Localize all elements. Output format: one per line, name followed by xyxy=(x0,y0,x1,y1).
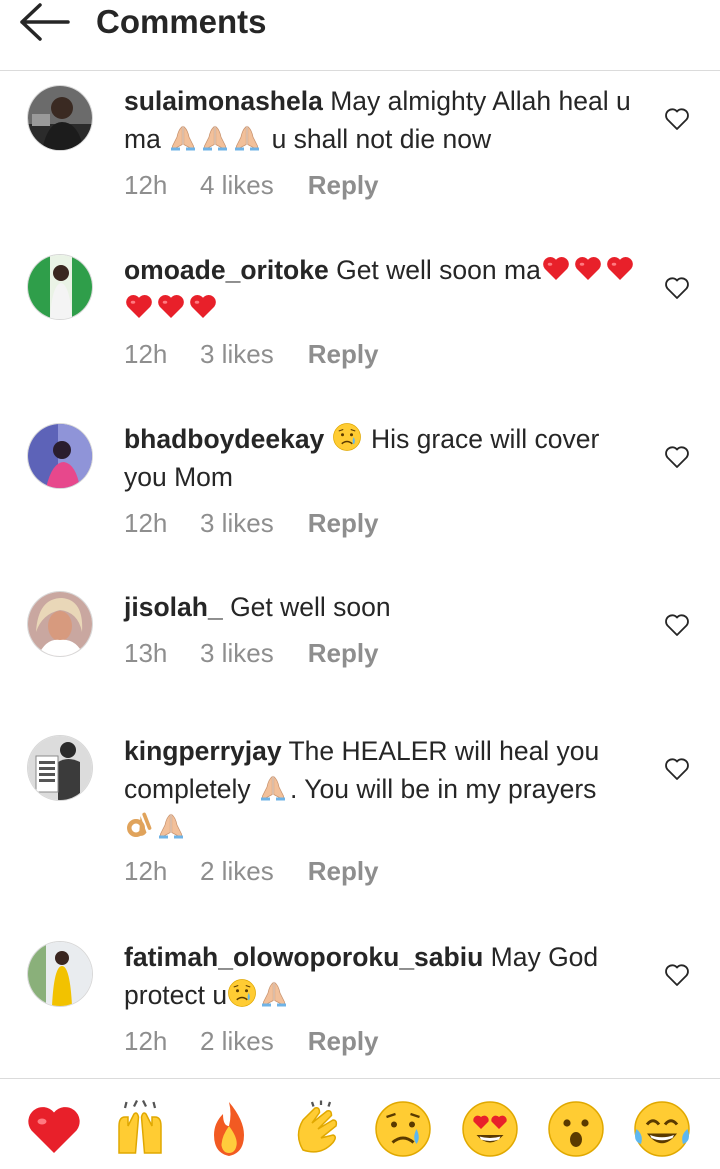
comment-text: kingperryjay The HEALER will heal you co… xyxy=(124,732,644,846)
comment-text: omoade_oritoke Get well soon ma xyxy=(124,251,644,327)
ok-hand-icon xyxy=(124,810,154,840)
reply-button[interactable]: Reply xyxy=(308,168,379,202)
avatar[interactable] xyxy=(28,255,92,319)
comment-meta: 12h 2 likes Reply xyxy=(124,1024,379,1058)
comment-text: bhadboydeekay His grace will cover you M… xyxy=(124,420,644,496)
comment-time: 12h xyxy=(124,339,168,369)
reply-button[interactable]: Reply xyxy=(308,506,379,540)
comment-meta: 12h 3 likes Reply xyxy=(124,506,379,540)
comment-likes[interactable]: 2 likes xyxy=(200,1024,274,1058)
comment-message-cont: u shall not die now xyxy=(271,124,492,154)
red-heart-icon xyxy=(573,253,603,283)
heart-outline-icon xyxy=(665,964,689,986)
comment-time: 12h xyxy=(124,170,168,200)
quick-reactions-bar xyxy=(0,1078,720,1169)
tears-of-joy-face-icon[interactable] xyxy=(632,1099,692,1159)
clapping-hands-icon[interactable] xyxy=(288,1099,348,1159)
red-heart-icon xyxy=(124,291,154,321)
red-heart-icon xyxy=(188,291,218,321)
reply-button[interactable]: Reply xyxy=(308,636,379,670)
comment-text: fatimah_olowoporoku_sabiu May God protec… xyxy=(124,938,644,1014)
like-comment-button[interactable] xyxy=(662,754,692,784)
like-comment-button[interactable] xyxy=(662,104,692,134)
comment-username[interactable]: bhadboydeekay xyxy=(124,424,324,454)
like-comment-button[interactable] xyxy=(662,610,692,640)
reply-button[interactable]: Reply xyxy=(308,337,379,371)
red-heart-icon xyxy=(156,291,186,321)
like-comment-button[interactable] xyxy=(662,273,692,303)
heart-outline-icon xyxy=(665,277,689,299)
comment-likes[interactable]: 2 likes xyxy=(200,854,274,888)
comment-likes[interactable]: 4 likes xyxy=(200,168,274,202)
comment-message: Get well soon ma xyxy=(336,255,541,285)
comment-text: jisolah_ Get well soon xyxy=(124,588,644,626)
reply-button[interactable]: Reply xyxy=(308,1024,379,1058)
comment-username[interactable]: jisolah_ xyxy=(124,592,223,622)
arrow-left-icon xyxy=(20,3,70,41)
heart-outline-icon xyxy=(665,446,689,468)
reply-button[interactable]: Reply xyxy=(308,854,379,888)
red-heart-icon[interactable] xyxy=(24,1099,84,1159)
heart-outline-icon xyxy=(665,758,689,780)
heart-eyes-face-icon[interactable] xyxy=(460,1099,520,1159)
back-button[interactable] xyxy=(18,0,74,44)
raising-hands-icon[interactable] xyxy=(110,1099,170,1159)
comment-time: 12h xyxy=(124,856,168,886)
folded-hands-icon xyxy=(200,122,230,152)
comment-likes[interactable]: 3 likes xyxy=(200,636,274,670)
comment-time: 12h xyxy=(124,508,168,538)
comment-likes[interactable]: 3 likes xyxy=(200,506,274,540)
comment-username[interactable]: fatimah_olowoporoku_sabiu xyxy=(124,942,483,972)
comment-meta: 12h 4 likes Reply xyxy=(124,168,379,202)
sad-relieved-face-icon[interactable] xyxy=(373,1099,433,1159)
comment-message: Get well soon xyxy=(230,592,391,622)
avatar[interactable] xyxy=(28,736,92,800)
red-heart-icon xyxy=(605,253,635,283)
folded-hands-icon xyxy=(258,772,288,802)
like-comment-button[interactable] xyxy=(662,442,692,472)
comment-likes[interactable]: 3 likes xyxy=(200,337,274,371)
comment-meta: 13h 3 likes Reply xyxy=(124,636,379,670)
comment-time: 13h xyxy=(124,638,168,668)
comment-meta: 12h 3 likes Reply xyxy=(124,337,379,371)
comment-meta: 12h 2 likes Reply xyxy=(124,854,379,888)
astonished-face-icon[interactable] xyxy=(546,1099,606,1159)
like-comment-button[interactable] xyxy=(662,960,692,990)
heart-outline-icon xyxy=(665,108,689,130)
sad-relieved-face-icon xyxy=(227,978,257,1008)
fire-icon[interactable] xyxy=(199,1099,259,1159)
folded-hands-icon xyxy=(168,122,198,152)
folded-hands-icon xyxy=(259,978,289,1008)
red-heart-icon xyxy=(541,253,571,283)
comment-username[interactable]: omoade_oritoke xyxy=(124,255,329,285)
sad-relieved-face-icon xyxy=(332,422,362,452)
folded-hands-icon xyxy=(156,810,186,840)
page-title: Comments xyxy=(96,3,267,40)
comment-message-cont: . You will be in my prayers xyxy=(290,774,597,804)
folded-hands-icon xyxy=(232,122,262,152)
comment-username[interactable]: sulaimonashela xyxy=(124,86,323,116)
comment-username[interactable]: kingperryjay xyxy=(124,736,282,766)
heart-outline-icon xyxy=(665,614,689,636)
avatar[interactable] xyxy=(28,86,92,150)
avatar[interactable] xyxy=(28,424,92,488)
avatar[interactable] xyxy=(28,592,92,656)
comment-time: 12h xyxy=(124,1026,168,1056)
top-bar: Comments xyxy=(0,0,720,71)
avatar[interactable] xyxy=(28,942,92,1006)
comment-text: sulaimonashela May almighty Allah heal u… xyxy=(124,82,644,158)
